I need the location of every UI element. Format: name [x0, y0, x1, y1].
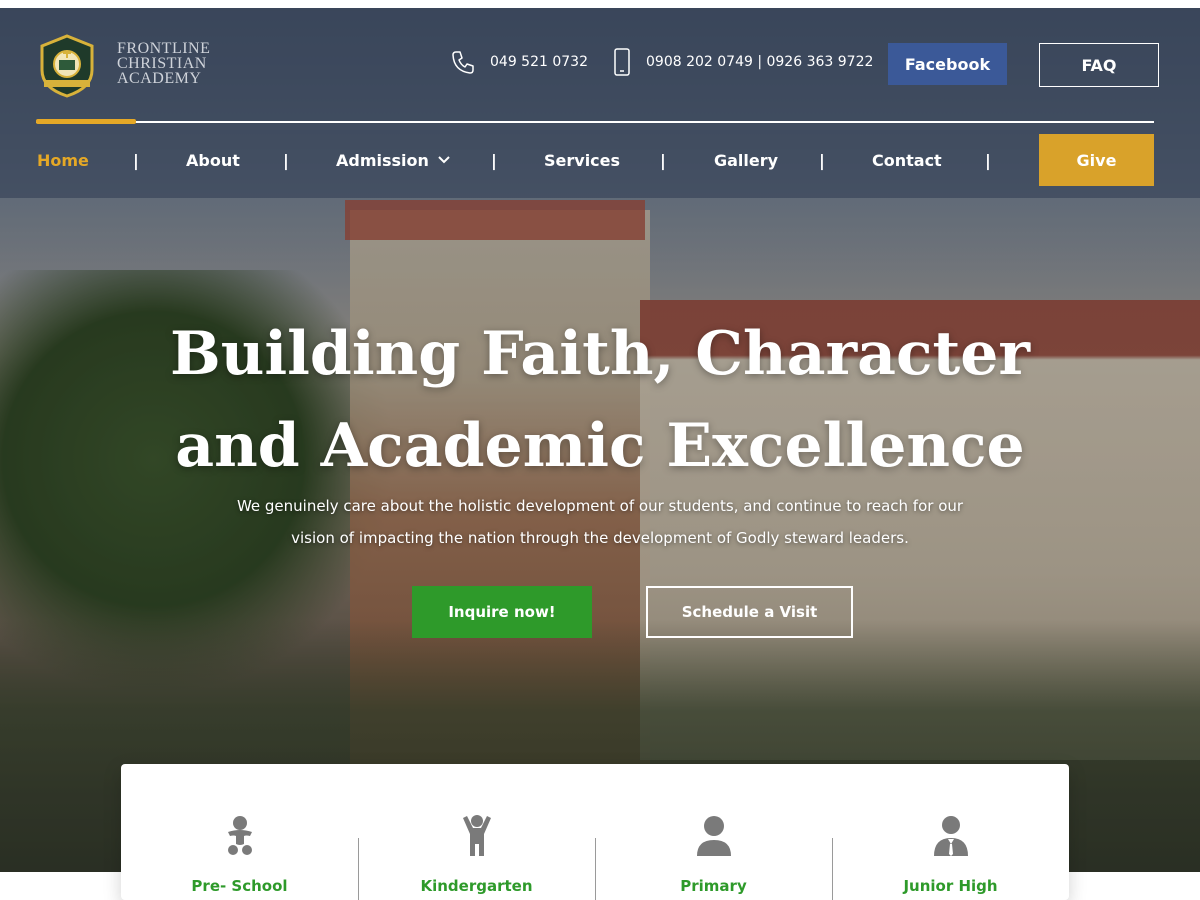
inquire-button[interactable]: Inquire now!	[412, 586, 592, 638]
nav-separator: |	[660, 150, 666, 170]
nav-separator: |	[283, 150, 289, 170]
nav-item-about[interactable]: About	[186, 142, 240, 178]
hero-subtitle-line: vision of impacting the nation through t…	[291, 529, 909, 547]
page: FRONTLINE CHRISTIAN ACADEMY 049 521 0732…	[0, 0, 1200, 900]
phone-icon	[452, 51, 474, 74]
school-crest-icon	[40, 34, 94, 98]
hero-subtitle-line: We genuinely care about the holistic dev…	[236, 497, 964, 515]
child-icon	[462, 815, 491, 856]
program-label: Junior High	[903, 877, 998, 895]
contact-mobile[interactable]: 0908 202 0749 | 0926 363 9722	[612, 48, 873, 76]
chevron-down-icon	[437, 155, 451, 165]
program-junior-high[interactable]: Junior High	[832, 764, 1069, 900]
nav-active-indicator	[36, 119, 136, 124]
give-button[interactable]: Give	[1039, 134, 1154, 186]
phone-number: 049 521 0732	[490, 54, 588, 70]
program-label: Pre- School	[191, 877, 288, 895]
logo-line: ACADEMY	[117, 70, 202, 87]
nav-item-admission-label: Admission	[336, 150, 429, 170]
nav-item-gallery[interactable]: Gallery	[714, 142, 778, 178]
logo-line: CHRISTIAN	[117, 55, 207, 72]
nav-separator: |	[819, 150, 825, 170]
nav-separator: |	[491, 150, 497, 170]
mobile-icon	[614, 48, 630, 76]
contact-phone[interactable]: 049 521 0732	[450, 48, 588, 76]
nav-divider-line	[36, 121, 1154, 123]
nav-item-services[interactable]: Services	[544, 142, 620, 178]
nav-item-admission[interactable]: Admission	[336, 142, 451, 178]
faq-button[interactable]: FAQ	[1039, 43, 1159, 87]
program-label: Primary	[680, 877, 747, 895]
hero-title: Building Faith, Character and Academic E…	[150, 308, 1050, 492]
top-strip	[0, 0, 1200, 8]
hero-title-line: and Academic Excellence	[175, 411, 1025, 481]
teen-suit-icon	[933, 816, 968, 856]
facebook-button[interactable]: Facebook	[888, 43, 1007, 85]
schedule-visit-button[interactable]: Schedule a Visit	[646, 586, 853, 638]
hero-subtitle: We genuinely care about the holistic dev…	[200, 490, 1000, 554]
main-nav: Home | About | Admission | Services | Ga…	[0, 142, 1200, 178]
program-kindergarten[interactable]: Kindergarten	[358, 764, 595, 900]
nav-item-home[interactable]: Home	[37, 142, 89, 178]
program-primary[interactable]: Primary	[595, 764, 832, 900]
logo[interactable]	[38, 34, 96, 98]
nav-separator: |	[985, 150, 991, 170]
baby-icon	[227, 816, 252, 855]
logo-line: FRONTLINE	[117, 40, 211, 57]
logo-text: FRONTLINE CHRISTIAN ACADEMY	[117, 40, 257, 87]
hero-title-line: Building Faith, Character	[169, 319, 1030, 389]
mobile-numbers: 0908 202 0749 | 0926 363 9722	[646, 54, 874, 70]
program-preschool[interactable]: Pre- School	[121, 764, 358, 900]
nav-item-contact[interactable]: Contact	[872, 142, 942, 178]
student-icon	[696, 816, 731, 856]
programs-card: Pre- School Kindergarten Primary Junior …	[121, 764, 1069, 900]
nav-separator: |	[133, 150, 139, 170]
program-label: Kindergarten	[420, 877, 533, 895]
